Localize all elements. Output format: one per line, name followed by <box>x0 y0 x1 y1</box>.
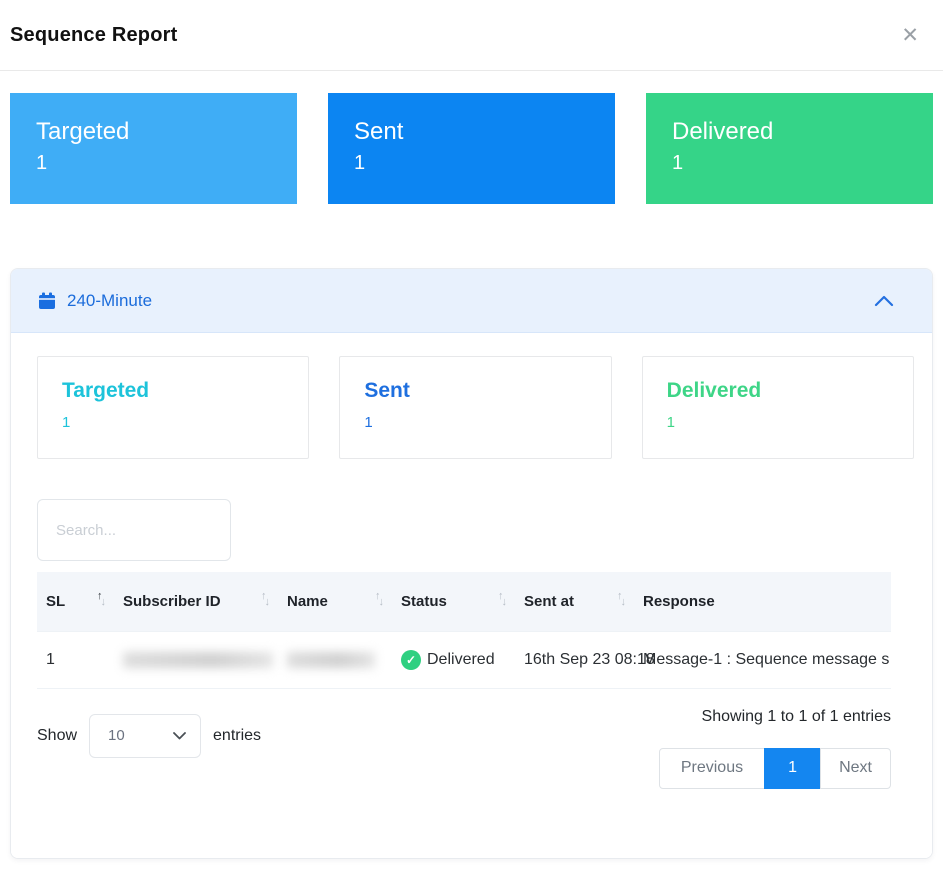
section-stat-cards-row: Targeted 1 Sent 1 Delivered 1 <box>37 356 914 459</box>
check-circle-icon: ✓ <box>401 650 421 670</box>
page-number-button[interactable]: 1 <box>764 748 821 789</box>
stat-card-label: Targeted <box>62 379 308 403</box>
table-footer: Show 10 entries Showing 1 to 1 <box>37 706 891 789</box>
summary-card-value: 1 <box>672 152 933 175</box>
stat-card-targeted: Targeted 1 <box>37 356 309 459</box>
cell-response: Message-1 : Sequence message s <box>634 631 891 688</box>
report-table: SL ↑↓ Subscriber ID ↑↓ <box>37 572 891 689</box>
column-header-subscriber-id[interactable]: Subscriber ID ↑↓ <box>114 572 278 631</box>
summary-card-value: 1 <box>36 152 297 175</box>
page-size-select[interactable]: 10 <box>89 714 201 758</box>
entries-summary: Showing 1 to 1 of 1 entries <box>702 708 891 726</box>
modal-header: Sequence Report ✕ <box>0 0 943 71</box>
table-row: 1 ✓ Delivered 16th Sep 23 08:18 <box>37 631 891 688</box>
column-header-response[interactable]: Response <box>634 572 891 631</box>
column-header-sent-at[interactable]: Sent at ↑↓ <box>515 572 634 631</box>
cell-sl: 1 <box>37 631 114 688</box>
next-page-button[interactable]: Next <box>820 748 891 789</box>
stat-card-value: 1 <box>364 414 610 431</box>
page-size-value: 10 <box>108 727 125 744</box>
sort-icon: ↑↓ <box>498 596 507 607</box>
cell-sent-at: 16th Sep 23 08:18 <box>515 631 634 688</box>
cell-name <box>278 631 392 688</box>
summary-card-targeted: Targeted 1 <box>10 93 297 204</box>
calendar-icon <box>38 292 56 310</box>
redacted-name <box>287 652 375 668</box>
summary-card-delivered: Delivered 1 <box>646 93 933 204</box>
summary-card-value: 1 <box>354 152 615 175</box>
column-header-name[interactable]: Name ↑↓ <box>278 572 392 631</box>
table-header-row: SL ↑↓ Subscriber ID ↑↓ <box>37 572 891 631</box>
summary-card-label: Delivered <box>672 117 933 147</box>
chevron-down-icon <box>173 732 186 740</box>
sequence-section-card: 240-Minute Targeted 1 Sent 1 <box>10 268 933 859</box>
column-label: Name <box>287 593 328 610</box>
column-label: Subscriber ID <box>123 593 221 610</box>
stat-card-delivered: Delivered 1 <box>642 356 914 459</box>
sort-icon: ↑↓ <box>97 596 106 607</box>
sort-icon: ↑↓ <box>375 596 384 607</box>
close-icon[interactable]: ✕ <box>893 21 927 50</box>
column-header-status[interactable]: Status ↑↓ <box>392 572 515 631</box>
section-title: 240-Minute <box>67 291 152 311</box>
column-label: SL <box>46 593 65 610</box>
cell-status: ✓ Delivered <box>392 631 515 688</box>
entries-label: entries <box>213 727 261 745</box>
sequence-report-modal: Sequence Report ✕ Targeted 1 Sent 1 Deli… <box>0 0 943 887</box>
summary-card-label: Targeted <box>36 117 297 147</box>
redacted-subscriber-id <box>123 652 273 668</box>
summary-cards-row: Targeted 1 Sent 1 Delivered 1 <box>10 93 933 204</box>
section-body: Targeted 1 Sent 1 Delivered 1 <box>11 333 932 858</box>
search-input[interactable] <box>37 499 231 561</box>
chevron-up-icon[interactable] <box>874 295 894 307</box>
stat-card-sent: Sent 1 <box>339 356 611 459</box>
cell-subscriber-id <box>114 631 278 688</box>
column-label: Status <box>401 593 447 610</box>
pagination: Previous 1 Next <box>659 748 891 789</box>
stat-card-value: 1 <box>62 414 308 431</box>
page-title: Sequence Report <box>10 24 177 47</box>
page-size-group: Show 10 entries <box>37 714 261 758</box>
sort-icon: ↑↓ <box>617 596 626 607</box>
section-collapse-header[interactable]: 240-Minute <box>11 269 932 333</box>
column-label: Response <box>643 593 715 610</box>
sort-icon: ↑↓ <box>261 596 270 607</box>
stat-card-label: Delivered <box>667 379 913 403</box>
previous-page-button[interactable]: Previous <box>659 748 765 789</box>
show-label: Show <box>37 727 77 745</box>
stat-card-label: Sent <box>364 379 610 403</box>
status-text: Delivered <box>427 651 495 669</box>
summary-card-label: Sent <box>354 117 615 147</box>
stat-card-value: 1 <box>667 414 913 431</box>
summary-card-sent: Sent 1 <box>328 93 615 204</box>
column-header-sl[interactable]: SL ↑↓ <box>37 572 114 631</box>
column-label: Sent at <box>524 593 574 610</box>
